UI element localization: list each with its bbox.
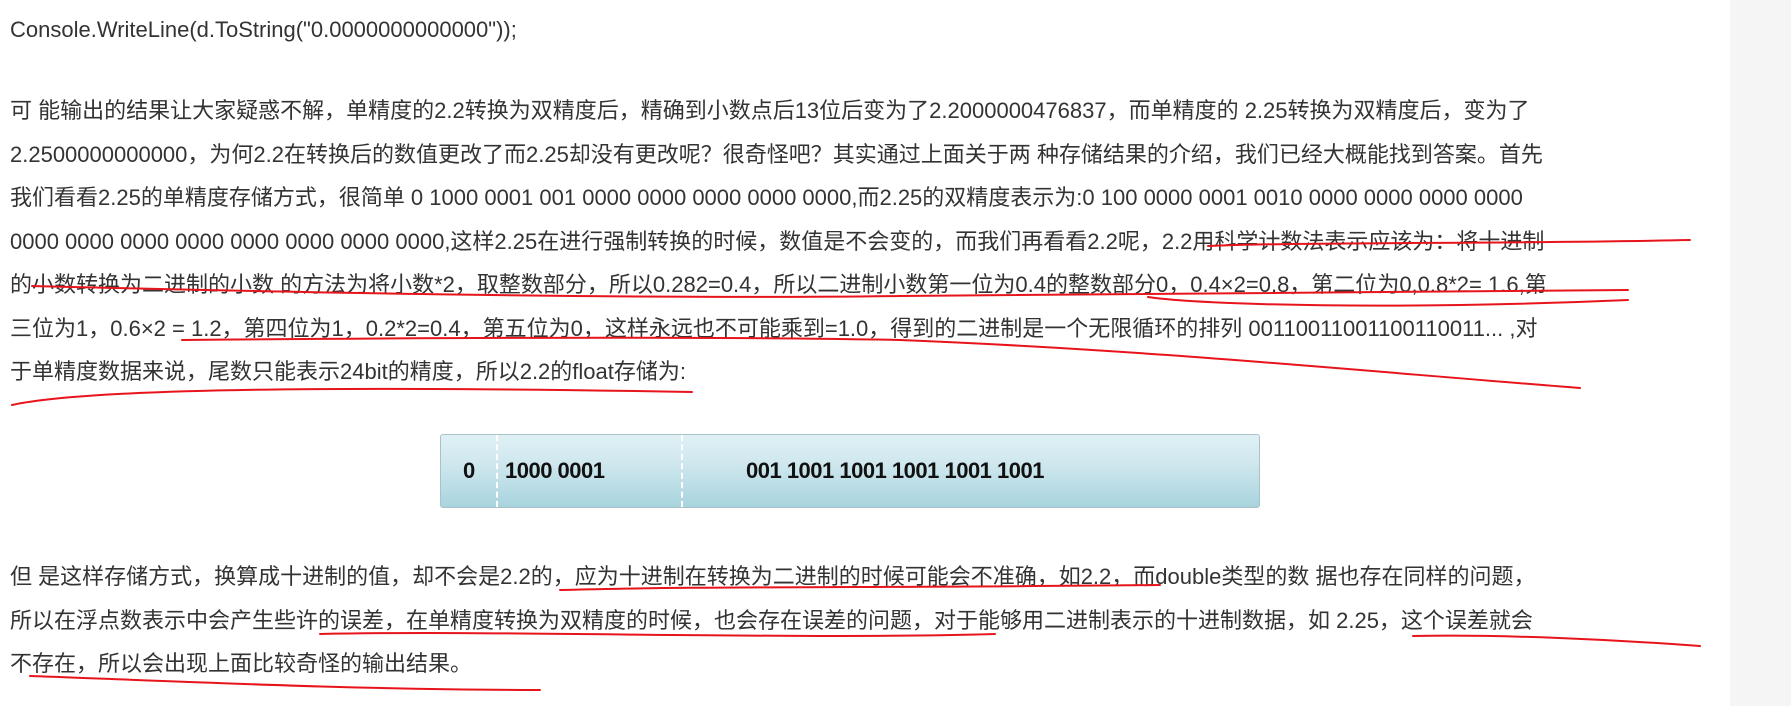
paragraph-line: 于单精度数据来说，尾数只能表示24bit的精度，所以2.2的float存储为: [10, 359, 686, 384]
scrollbar-track[interactable] [1730, 0, 1791, 706]
paragraph-line: 2.2500000000000，为何2.2在转换后的数值更改了而2.25却没有更… [10, 141, 1543, 167]
sign-bit: 0 [463, 458, 475, 483]
paragraph-line: 的小数转换为二进制的小数 的方法为将小数*2，取整数部分，所以0.282=0.4… [10, 272, 1547, 297]
paragraph-line: 所以在浮点数表示中会产生些许的误差，在单精度转换为双精度的时候，也会存在误差的问… [10, 607, 1533, 633]
figure-divider [496, 435, 498, 507]
paragraph-conclusion: 但 是这样存储方式，换算成十进制的值，却不会是2.2的，应为十进制在转换为二进制… [10, 555, 1690, 686]
paragraph-line: 可 能输出的结果让大家疑惑不解，单精度的2.2转换为双精度后，精确到小数点后13… [10, 98, 1530, 123]
paragraph-line: 0000 0000 0000 0000 0000 0000 0000 0000,… [10, 228, 1545, 254]
paragraph-explanation: 可 能输出的结果让大家疑惑不解，单精度的2.2转换为双精度后，精确到小数点后13… [10, 89, 1690, 394]
article-content: Console.WriteLine(d.ToString("0.00000000… [0, 0, 1730, 706]
float-storage-figure: 0 1000 0001 001 1001 1001 1001 1001 1001 [440, 434, 1260, 508]
mantissa-bits: 001 1001 1001 1001 1001 1001 [746, 458, 1044, 483]
paragraph-line: 但 是这样存储方式，换算成十进制的值，却不会是2.2的，应为十进制在转换为二进制… [10, 564, 1536, 589]
figure-divider [681, 435, 683, 507]
paragraph-line: 我们看看2.25的单精度存储方式，很简单 0 1000 0001 001 000… [10, 185, 1523, 210]
code-snippet: Console.WriteLine(d.ToString("0.00000000… [10, 17, 517, 42]
paragraph-line: 不存在，所以会出现上面比较奇怪的输出结果。 [10, 651, 473, 676]
exponent-bits: 1000 0001 [505, 458, 605, 483]
paragraph-line: 三位为1，0.6×2 = 1.2，第四位为1，0.2*2=0.4，第五位为0，这… [10, 315, 1538, 341]
